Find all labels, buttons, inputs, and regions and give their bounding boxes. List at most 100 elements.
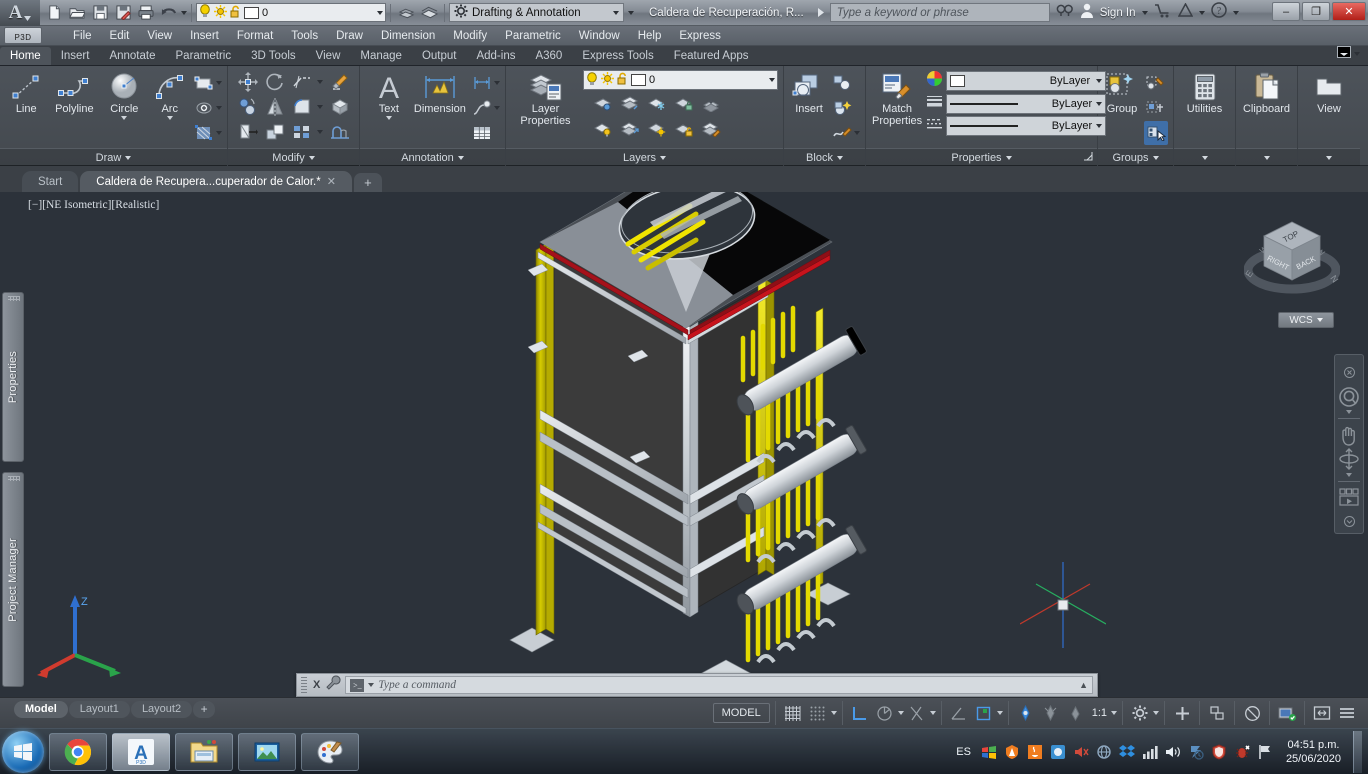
- doc-tab-drawing[interactable]: Caldera de Recupera...cuperador de Calor…: [80, 171, 352, 192]
- undo-dropdown-icon[interactable]: [181, 10, 187, 15]
- layer-previous-button[interactable]: [395, 2, 417, 24]
- array-dropdown-icon[interactable]: [317, 130, 323, 134]
- annotation-dimension-button[interactable]: Dimension: [412, 70, 468, 115]
- menu-dimension[interactable]: Dimension: [372, 28, 444, 44]
- layer-change-icon[interactable]: [618, 117, 642, 141]
- panel-title-utilities[interactable]: [1174, 148, 1235, 166]
- dropbox-icon[interactable]: [1119, 743, 1136, 760]
- taskbar-chrome-button[interactable]: [49, 732, 107, 771]
- layer-color-swatch[interactable]: [244, 6, 259, 19]
- workspace-dropdown-icon[interactable]: [1153, 711, 1159, 715]
- search-icon[interactable]: [1056, 3, 1074, 22]
- draw-arc-button[interactable]: Arc: [149, 70, 190, 120]
- panel-title-annotation[interactable]: Annotation: [360, 148, 505, 166]
- new-file-button[interactable]: [43, 2, 65, 24]
- autodesk-app-icon[interactable]: [1177, 2, 1193, 22]
- undo-button[interactable]: [158, 2, 180, 24]
- scale-icon[interactable]: [263, 120, 287, 144]
- application-menu-button[interactable]: A: [0, 0, 40, 26]
- move-icon[interactable]: [236, 70, 260, 94]
- fullscreen-button[interactable]: [1310, 701, 1334, 725]
- new-document-tab-button[interactable]: +: [353, 173, 382, 192]
- zoom-icon[interactable]: [1336, 386, 1362, 409]
- drawing-canvas[interactable]: [−][NE Isometric][Realistic] Properties …: [0, 192, 1368, 697]
- signal-bars-icon[interactable]: [1142, 743, 1159, 760]
- layer-isolate-icon[interactable]: [591, 92, 615, 116]
- grid-display-toggle[interactable]: [781, 701, 805, 725]
- insert-block-button[interactable]: Insert: [790, 70, 828, 115]
- app-icon[interactable]: [1050, 743, 1067, 760]
- annotation-scale-value[interactable]: 1:1: [1089, 707, 1110, 719]
- layer-state-button[interactable]: [418, 2, 440, 24]
- autodesk-store-icon[interactable]: [1154, 3, 1172, 23]
- minimize-button[interactable]: –: [1272, 2, 1300, 21]
- save-as-button[interactable]: [112, 2, 134, 24]
- tab-view[interactable]: View: [306, 47, 351, 65]
- lineweight-combo[interactable]: ByLayer: [946, 94, 1107, 114]
- orbit-dropdown-icon[interactable]: [1346, 472, 1352, 477]
- tab-output[interactable]: Output: [412, 47, 467, 65]
- rectangle-dropdown-icon[interactable]: [216, 81, 222, 85]
- tab-home[interactable]: Home: [0, 47, 51, 65]
- layer-on-icon[interactable]: [645, 117, 669, 141]
- group-button[interactable]: Group: [1102, 70, 1142, 115]
- menu-window[interactable]: Window: [570, 28, 629, 44]
- fillet-icon[interactable]: [290, 95, 314, 119]
- extrude-icon[interactable]: [328, 120, 352, 144]
- command-line[interactable]: X >_ Type a command ▲: [296, 673, 1098, 697]
- tab-manage[interactable]: Manage: [350, 47, 412, 65]
- layer-color-swatch[interactable]: [631, 74, 646, 86]
- 3d-array-icon[interactable]: [328, 95, 352, 119]
- lineweight-icon[interactable]: [926, 94, 943, 114]
- layer-dropdown-icon[interactable]: [377, 10, 383, 15]
- restore-button[interactable]: ❐: [1302, 2, 1330, 21]
- leader-icon[interactable]: [470, 96, 494, 120]
- group-edit-icon[interactable]: [1144, 96, 1168, 120]
- taskbar-photo-viewer-button[interactable]: [238, 732, 296, 771]
- menu-tools[interactable]: Tools: [282, 28, 327, 44]
- close-icon[interactable]: ✕: [327, 175, 336, 188]
- tab-a360[interactable]: A360: [525, 47, 572, 65]
- menu-express[interactable]: Express: [670, 28, 730, 44]
- ungroup-icon[interactable]: [1144, 71, 1168, 95]
- layout-tab-layout2[interactable]: Layout2: [130, 700, 193, 718]
- attribute-dropdown-icon[interactable]: [854, 131, 860, 135]
- panel-title-clipboard[interactable]: [1236, 148, 1297, 166]
- hamburger-menu-button[interactable]: [1335, 701, 1359, 725]
- linear-dimension-icon[interactable]: [470, 71, 494, 95]
- layer-control-combo[interactable]: 0: [583, 70, 778, 90]
- match-properties-button[interactable]: Match Properties: [872, 70, 922, 127]
- open-file-button[interactable]: [66, 2, 88, 24]
- menu-draw[interactable]: Draw: [327, 28, 372, 44]
- linetype-combo[interactable]: ByLayer: [946, 116, 1107, 136]
- java-icon[interactable]: [1027, 743, 1044, 760]
- speaker-icon[interactable]: [1165, 743, 1182, 760]
- tab-featured-apps[interactable]: Featured Apps: [664, 47, 759, 65]
- clean-screen-button[interactable]: [1275, 701, 1299, 725]
- workspace-badge[interactable]: P3D: [4, 27, 42, 44]
- menu-edit[interactable]: Edit: [101, 28, 139, 44]
- pan-hand-icon[interactable]: [1336, 423, 1362, 446]
- help-icon[interactable]: ?: [1210, 2, 1227, 23]
- menu-format[interactable]: Format: [228, 28, 282, 44]
- command-line-close-button[interactable]: X: [311, 679, 322, 691]
- snap-mode-toggle[interactable]: [806, 701, 830, 725]
- layer-thaw-sun-icon[interactable]: [214, 4, 227, 21]
- avast-icon[interactable]: [1004, 743, 1021, 760]
- layer-off-icon[interactable]: [591, 117, 615, 141]
- sync-icon[interactable]: [1188, 743, 1205, 760]
- gradient-icon[interactable]: [192, 121, 216, 145]
- annotation-visibility-toggle[interactable]: [1014, 701, 1038, 725]
- dock-properties[interactable]: Properties: [2, 292, 24, 462]
- clock[interactable]: 04:51 p.m. 25/06/2020: [1280, 738, 1347, 766]
- layer-freeze-icon[interactable]: [645, 92, 669, 116]
- ortho-mode-toggle[interactable]: [848, 701, 872, 725]
- language-indicator[interactable]: ES: [956, 746, 975, 758]
- customization-button[interactable]: [1170, 701, 1194, 725]
- linear-dimension-dropdown-icon[interactable]: [494, 81, 500, 85]
- qat-layer-control[interactable]: 0: [196, 3, 386, 22]
- document-title-arrow-icon[interactable]: [817, 4, 824, 22]
- layer-unlock-icon[interactable]: [230, 5, 241, 21]
- rotate-icon[interactable]: [263, 70, 287, 94]
- menu-view[interactable]: View: [138, 28, 181, 44]
